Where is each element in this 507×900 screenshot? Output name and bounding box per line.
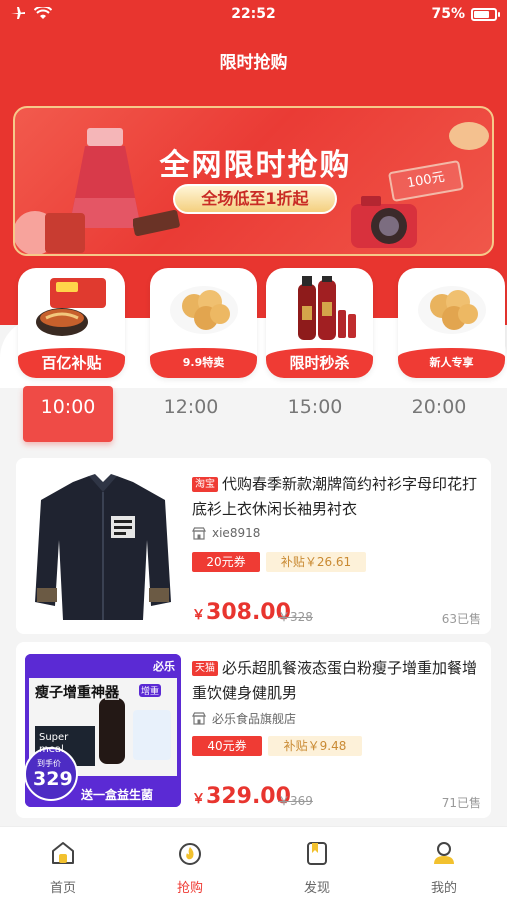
user-icon (434, 842, 454, 864)
product-title-text: 代购春季新款潮牌简约衬衫字母印花打底衫上衣休闲长袖男衬衣 (192, 475, 478, 518)
pastry-icon (418, 286, 486, 334)
status-bar: 22:52 75% (0, 0, 507, 30)
category-card-flash-sale[interactable]: 限时秒杀 (266, 268, 373, 378)
flame-icon (179, 843, 201, 865)
tab-label: 首页 (49, 881, 76, 896)
product-title: 淘宝 代购春季新款潮牌简约衬衫字母印花打底衫上衣休闲长袖男衬衣 (192, 472, 482, 522)
tab-flash-sale[interactable]: 抢购 (127, 827, 253, 900)
promo-banner[interactable]: 全网限时抢购 全场低至1折起 100元 (13, 106, 494, 256)
category-card-9-9[interactable]: 9.9特卖 (150, 268, 257, 378)
shop-name: xie8918 (212, 526, 261, 540)
image-price-value: 329 (33, 768, 73, 790)
pastry-icon (170, 286, 238, 334)
coupon-badge[interactable]: 20元券 (192, 552, 260, 572)
home-icon (52, 842, 74, 864)
tab-home[interactable]: 首页 (0, 827, 126, 900)
category-label: 9.9特卖 (150, 348, 257, 378)
currency-symbol: ￥ (192, 792, 206, 807)
product-title-text: 必乐超肌餐液态蛋白粉瘦子增重加餐增重饮健身健肌男 (192, 659, 478, 702)
category-label: 限时秒杀 (266, 348, 373, 378)
subsidy-badge: 补贴￥9.48 (268, 736, 362, 756)
battery-percent: 75% (431, 6, 465, 22)
source-badge: 天猫 (192, 661, 218, 676)
store-icon (192, 712, 206, 725)
shop-row[interactable]: 必乐食品旗舰店 (192, 710, 296, 727)
tab-profile[interactable]: 我的 (381, 827, 507, 900)
page-title: 限时抢购 (219, 53, 288, 73)
chocolate-icon (133, 209, 180, 237)
shirt-image (35, 474, 171, 620)
category-card-newcomer[interactable]: 新人专享 (398, 268, 505, 378)
store-icon (192, 526, 206, 540)
book-icon (307, 842, 327, 865)
image-bottom-text: 送一盒益生菌 (81, 788, 154, 802)
coupon-badge[interactable]: 40元券 (192, 736, 262, 756)
sold-count: 63已售 (441, 612, 481, 626)
image-brand: 必乐 (153, 660, 175, 673)
instant-noodle-icon (36, 278, 106, 336)
image-package-brand: Super meal (39, 732, 69, 755)
currency-symbol: ￥ (192, 608, 206, 623)
category-label: 新人专享 (398, 348, 505, 378)
time-tab-15[interactable]: 15:00 (270, 386, 360, 442)
tab-label: 我的 (430, 881, 457, 896)
shampoo-icon (298, 276, 356, 340)
tab-discover[interactable]: 发现 (254, 827, 380, 900)
bottom-tab-bar: 首页 抢购 发现 我的 (0, 826, 507, 900)
category-card-subsidy[interactable]: 百亿补贴 (18, 268, 125, 378)
original-price: ￥328 (278, 610, 313, 624)
product-image: 必乐 瘦子增重神器 增重 Super meal 到手价 329 送一盒益生菌 (25, 654, 181, 807)
original-price: ￥369 (278, 794, 313, 808)
battery-fill (474, 10, 489, 18)
time-tab-10[interactable]: 10:00 (23, 386, 113, 442)
shop-row[interactable]: xie8918 (192, 526, 260, 540)
sold-count: 71已售 (441, 796, 481, 810)
status-right: 75% (431, 6, 500, 22)
source-badge: 淘宝 (192, 477, 218, 492)
tab-label: 抢购 (176, 881, 203, 896)
shop-name: 必乐食品旗舰店 (212, 712, 297, 726)
product-price: ￥329.00 (192, 784, 291, 809)
product-card[interactable]: 必乐 瘦子增重神器 增重 Super meal 到手价 329 送一盒益生菌 天… (16, 642, 491, 818)
product-title: 天猫 必乐超肌餐液态蛋白粉瘦子增重加餐增重饮健身健肌男 (192, 656, 482, 706)
product-card[interactable]: 淘宝 代购春季新款潮牌简约衬衫字母印花打底衫上衣休闲长袖男衬衣 xie8918 2… (16, 458, 491, 634)
subsidy-badge: 补贴￥26.61 (266, 552, 366, 572)
battery-icon (471, 7, 500, 21)
image-side-label: 增重 (139, 684, 162, 697)
tab-label: 发现 (303, 881, 330, 896)
time-tab-12[interactable]: 12:00 (146, 386, 236, 442)
snack-box-icon (15, 211, 85, 254)
image-headline: 瘦子增重神器 (35, 685, 119, 701)
time-tab-20[interactable]: 20:00 (394, 386, 484, 442)
product-price: ￥308.00 (192, 600, 291, 625)
banner-subtitle-pill: 全场低至1折起 (173, 184, 337, 214)
product-image (25, 470, 181, 623)
camera-icon (351, 196, 417, 248)
category-label: 百亿补贴 (18, 348, 125, 378)
